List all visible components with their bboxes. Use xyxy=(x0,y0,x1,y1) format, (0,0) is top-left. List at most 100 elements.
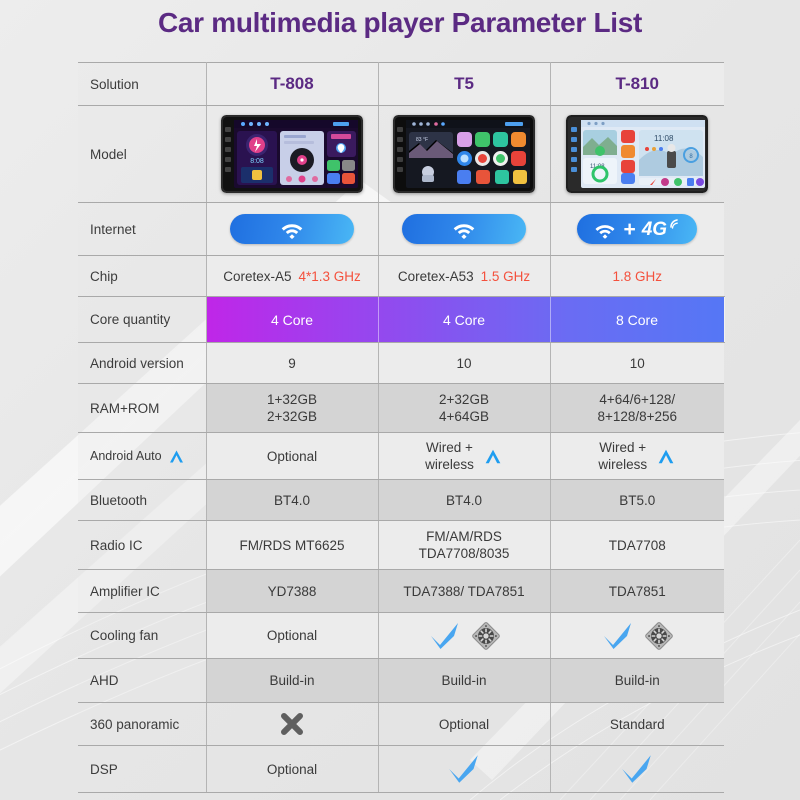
internet-t5 xyxy=(377,202,551,256)
row-label-core-quantity: Core quantity xyxy=(78,296,207,343)
page-title: Car multimedia player Parameter List xyxy=(157,7,643,38)
androidver-t810: 10 xyxy=(549,342,724,384)
ram-t808-line2: 2+32GB xyxy=(267,409,317,424)
bluetooth-t808: BT4.0 xyxy=(205,479,379,521)
radio-t808: FM/RDS MT6625 xyxy=(205,520,379,570)
android-auto-icon xyxy=(658,449,674,463)
badge-4g: 4G xyxy=(641,218,668,240)
androidauto-t5-text: Wired + wireless xyxy=(425,439,474,472)
row-label-360-panoramic: 360 panoramic xyxy=(78,702,207,746)
row-label-cooling-fan: Cooling fan xyxy=(78,612,207,659)
table-row-internet: Internet + 4G xyxy=(78,202,724,256)
row-label-model: Model xyxy=(78,105,207,203)
androidauto-t808-text: Optional xyxy=(266,448,318,464)
header-t808: T-808 xyxy=(205,62,379,106)
table-row-amplifier-ic: Amplifier IC YD7388 TDA7388/ TDA7851 TDA… xyxy=(78,569,724,613)
check-icon xyxy=(622,755,652,783)
svg-text:11:08: 11:08 xyxy=(654,134,674,143)
ram-t808: 1+32GB 2+32GB xyxy=(205,383,379,433)
check-icon xyxy=(449,755,478,783)
androidver-t808: 9 xyxy=(205,342,379,384)
table-row-chip: Chip Coretex-A5 4*1.3 GHz Coretex-A53 1.5 … xyxy=(78,255,724,297)
table-row-ram-rom: RAM+ROM 1+32GB 2+32GB 2+32GB 4+64GB 4+64… xyxy=(78,383,724,433)
ram-t5-line2: 4+64GB xyxy=(439,409,489,424)
wifi-pill-t5 xyxy=(402,214,526,244)
chip-name-t5: Coretex-A53 xyxy=(397,268,474,284)
table-row-android-auto: Android Auto Optional Wired + wireless W… xyxy=(78,432,724,480)
chip-speed-t808: 4*1.3 GHz xyxy=(298,268,361,284)
table-row-dsp: DSP Optional xyxy=(78,745,724,793)
fan-icon xyxy=(472,621,500,650)
table-row-bluetooth: Bluetooth BT4.0 BT4.0 BT5.0 xyxy=(78,479,724,521)
table-row-360-panoramic: 360 panoramic Optional Standard xyxy=(78,702,724,746)
check-icon xyxy=(431,622,458,649)
fan-t808: Optional xyxy=(205,612,379,659)
device-image-t810: 11:08 11:08 8 xyxy=(549,105,724,203)
internet-t810: + 4G xyxy=(549,202,724,256)
wifi-icon xyxy=(595,224,615,239)
ram-t810-line1: 4+64/6+128/ xyxy=(599,391,676,407)
table-header-row: Solution T-808 T5 T-810 xyxy=(78,62,724,106)
internet-t808 xyxy=(205,202,379,256)
row-label-dsp: DSP xyxy=(78,745,207,793)
header-t5: T5 xyxy=(377,62,551,106)
signal-arc-icon xyxy=(670,219,678,229)
device-image-t5: 83 °F xyxy=(377,105,551,203)
fan-t5 xyxy=(377,612,551,659)
svg-text:8:08: 8:08 xyxy=(250,158,264,165)
chip-t810: 1.8 GHz xyxy=(549,255,724,297)
dsp-t5 xyxy=(377,745,551,793)
pan-t810: Standard xyxy=(549,702,724,746)
androidauto-t5: Wired + wireless xyxy=(377,432,551,480)
wifi-icon xyxy=(281,224,303,239)
radio-t810: TDA7708 xyxy=(549,520,724,570)
core-t5: 4 Core xyxy=(377,296,551,343)
chip-t5: Coretex-A53 1.5 GHz xyxy=(377,255,551,297)
row-label-ahd: AHD xyxy=(78,658,207,703)
chip-speed-t810: 1.8 GHz xyxy=(612,268,663,284)
androidver-t5: 10 xyxy=(377,342,551,384)
radio-t5: FM/AM/RDS TDA7708/8035 xyxy=(377,520,551,570)
header-t810: T-810 xyxy=(549,62,724,106)
table-row-model: Model 8:08 83 °F 11:08 11:08 8 xyxy=(78,105,724,203)
header-solution: Solution xyxy=(78,62,207,106)
ahd-t5: Build-in xyxy=(377,658,551,703)
androidauto-t810: Wired + wireless xyxy=(549,432,724,480)
table-row-radio-ic: Radio IC FM/RDS MT6625 FM/AM/RDS TDA7708… xyxy=(78,520,724,570)
pan-t808 xyxy=(205,702,379,746)
amp-t5: TDA7388/ TDA7851 xyxy=(377,569,551,613)
check-icon xyxy=(604,622,632,649)
fan-icon xyxy=(645,621,674,650)
plus-sign: + xyxy=(623,217,636,241)
cross-icon xyxy=(281,713,303,735)
ram-t810-line2: 8+128/8+256 xyxy=(597,409,678,424)
wifi-4g-pill-t810: + 4G xyxy=(577,214,698,244)
ram-t5-line1: 2+32GB xyxy=(439,391,489,407)
table-row-android-version: Android version 9 10 10 xyxy=(78,342,724,384)
row-label-chip: Chip xyxy=(78,255,207,297)
android-auto-label-text: Android Auto xyxy=(90,449,162,463)
ahd-t810: Build-in xyxy=(549,658,724,703)
row-label-amplifier-ic: Amplifier IC xyxy=(78,569,207,613)
amp-t810: TDA7851 xyxy=(549,569,724,613)
chip-t808: Coretex-A5 4*1.3 GHz xyxy=(205,255,379,297)
device-image-t808: 8:08 xyxy=(205,105,379,203)
row-label-android-version: Android version xyxy=(78,342,207,384)
chip-name-t808: Coretex-A5 xyxy=(223,268,292,284)
wifi-icon xyxy=(453,224,475,239)
ram-t810: 4+64/6+128/ 8+128/8+256 xyxy=(549,383,724,433)
chip-speed-t5: 1.5 GHz xyxy=(480,268,531,284)
bluetooth-t5: BT4.0 xyxy=(377,479,551,521)
table-row-cooling-fan: Cooling fan Optional xyxy=(78,612,724,659)
fan-t810 xyxy=(549,612,724,659)
row-label-radio-ic: Radio IC xyxy=(78,520,207,570)
table-row-ahd: AHD Build-in Build-in Build-in xyxy=(78,658,724,703)
core-t808: 4 Core xyxy=(205,296,379,343)
row-label-internet: Internet xyxy=(78,202,207,256)
svg-text:83 °F: 83 °F xyxy=(416,137,428,143)
ram-t808-line1: 1+32GB xyxy=(267,391,317,407)
dsp-t810 xyxy=(549,745,724,793)
ram-t5: 2+32GB 4+64GB xyxy=(377,383,551,433)
core-t810: 8 Core xyxy=(549,296,725,343)
android-auto-icon xyxy=(169,450,183,462)
